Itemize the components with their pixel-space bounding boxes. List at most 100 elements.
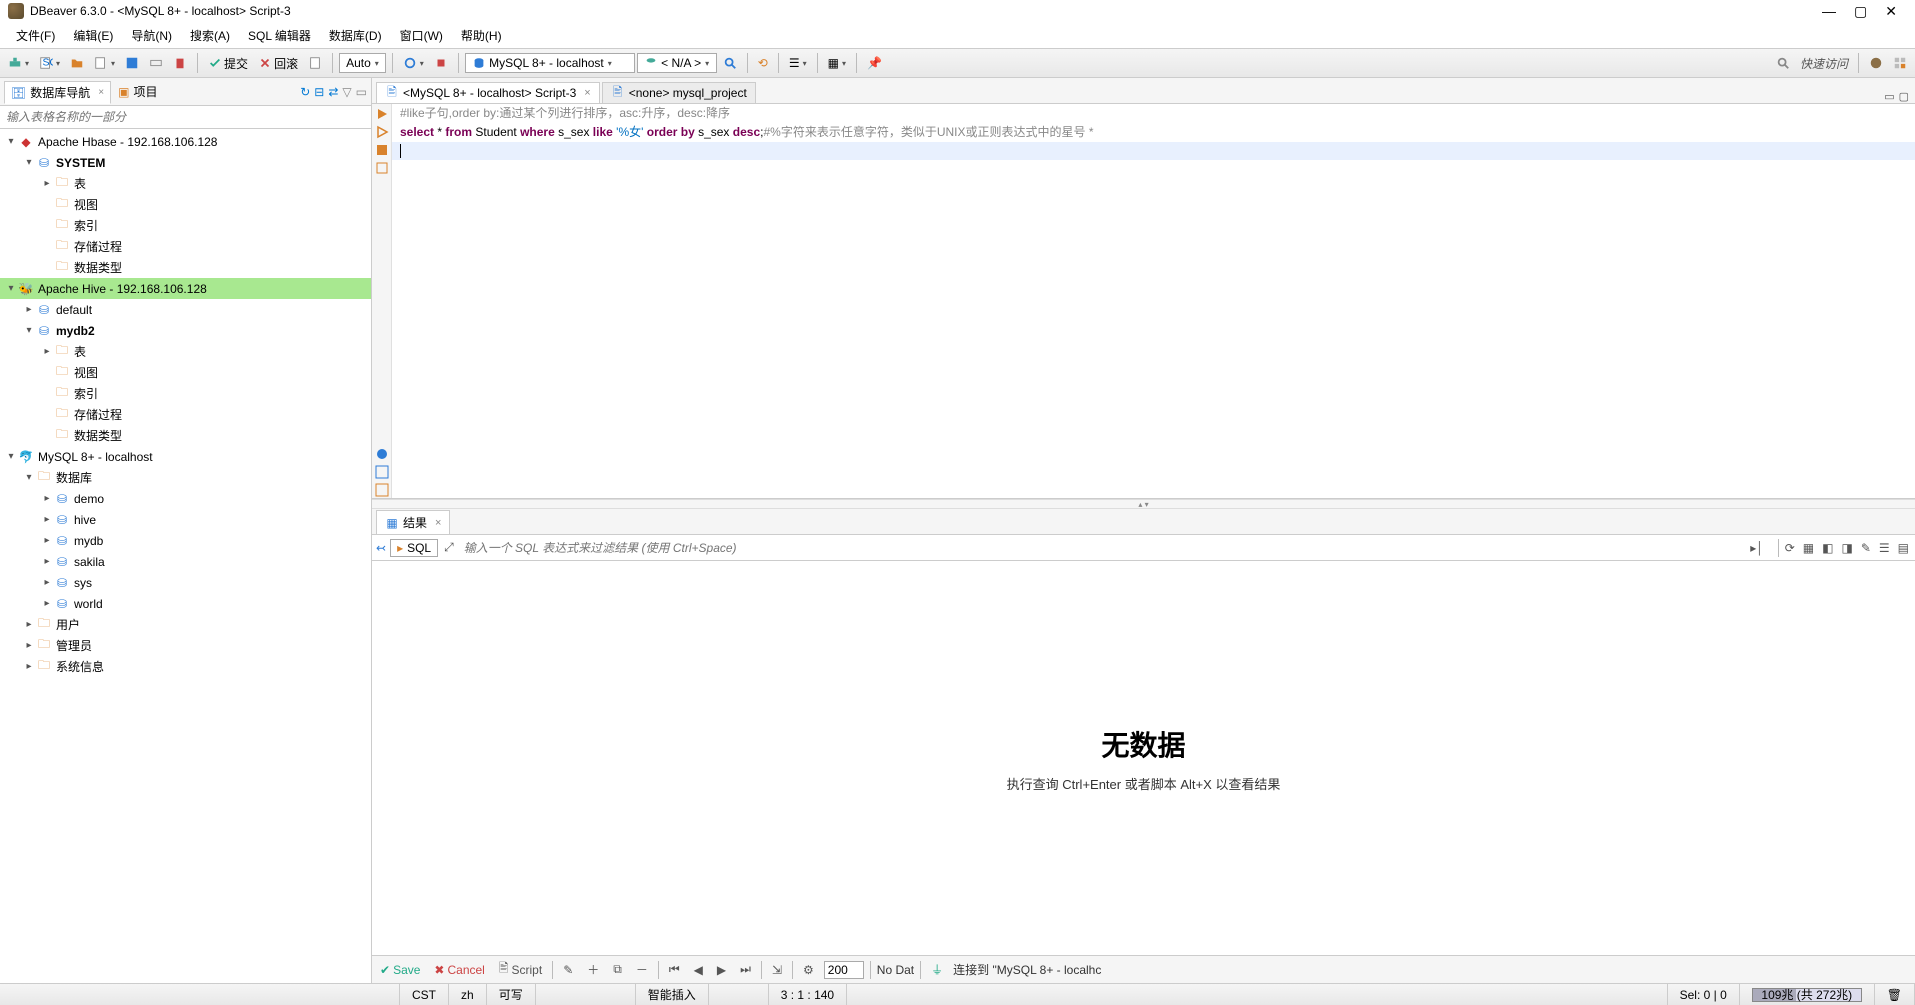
maximize-editor-button[interactable]: ▢ [1899, 90, 1909, 103]
tree-node[interactable]: ▸⛁sys [0, 572, 371, 593]
gc-button[interactable]: 🗑 [1875, 984, 1915, 1005]
sidebar-search-input[interactable] [0, 106, 371, 128]
sql-filter-button[interactable]: ▸SQL [390, 539, 438, 557]
filter-tool-2[interactable]: ▦ [1801, 541, 1816, 555]
menu-database[interactable]: 数据库(D) [321, 25, 390, 46]
cancel-results-button[interactable]: ✖Cancel [430, 962, 488, 978]
save-results-button[interactable]: ✔Save [376, 962, 424, 978]
close-icon[interactable]: × [584, 87, 590, 99]
prev-page-button[interactable]: ◀ [690, 962, 707, 978]
close-icon[interactable]: × [98, 87, 104, 98]
last-page-button[interactable]: ⏭ [736, 961, 755, 978]
tree-node[interactable]: 🗀视图 [0, 362, 371, 383]
filter-tool-1[interactable]: ⟳ [1783, 541, 1797, 555]
add-row-button[interactable]: ＋ [583, 960, 603, 979]
settings-icon[interactable] [374, 446, 390, 462]
rollback-button[interactable]: 回滚 [254, 53, 302, 74]
menu-sql-editor[interactable]: SQL 编辑器 [240, 25, 319, 46]
explain-button[interactable] [374, 160, 390, 176]
panel-toggle-button-2[interactable] [374, 482, 390, 498]
sidebar-tab-navigator[interactable]: 🗄 数据库导航 × [4, 81, 111, 104]
filter-tool-6[interactable]: ☰ [1877, 541, 1892, 555]
panel-toggle-button[interactable] [374, 464, 390, 480]
commit-button[interactable]: 提交 [204, 53, 252, 74]
filter-tool-4[interactable]: ◨ [1839, 541, 1854, 555]
tree-node[interactable]: ▸🗀表 [0, 173, 371, 194]
expand-filter-button[interactable]: ⤢ [442, 540, 456, 555]
editor-tab-project[interactable]: 🖹 <none> mysql_project [602, 82, 756, 103]
filter-tool-3[interactable]: ◧ [1820, 541, 1835, 555]
apply-filter-button[interactable]: ▸│ [1748, 541, 1766, 555]
tree-node[interactable]: ▸⛁sakila [0, 551, 371, 572]
perspective-dbeaver[interactable] [1865, 54, 1887, 72]
menu-search[interactable]: 搜索(A) [182, 25, 238, 46]
maximize-button[interactable]: ▢ [1854, 3, 1867, 20]
tree-node[interactable]: 🗀索引 [0, 383, 371, 404]
tree-node-hive-mydb2[interactable]: ▾⛁mydb2 [0, 320, 371, 341]
new-sql-editor-button[interactable]: SQL [35, 54, 64, 72]
tree-node-hbase-system[interactable]: ▾⛁SYSTEM [0, 152, 371, 173]
result-filter-input[interactable] [460, 539, 1744, 557]
recent-button[interactable] [90, 54, 119, 72]
editor-tab-script[interactable]: 🖹 <MySQL 8+ - localhost> Script-3 × [376, 82, 600, 103]
transaction-log-button[interactable] [304, 54, 326, 72]
tree-node-mysql-sysinfo[interactable]: ▸🗀系统信息 [0, 656, 371, 677]
tree-node-mysql-databases[interactable]: ▾🗀数据库 [0, 467, 371, 488]
refresh-button[interactable] [399, 54, 428, 72]
result-tab[interactable]: ▦ 结果 × [376, 510, 450, 534]
tree-node[interactable]: 🗀数据类型 [0, 425, 371, 446]
sidebar-link-button[interactable]: ⇄ [328, 85, 338, 99]
pin-button[interactable]: 📌 [863, 54, 886, 72]
rename-button[interactable] [145, 54, 167, 72]
tree-node[interactable]: 🗀视图 [0, 194, 371, 215]
settings-button[interactable]: ⚙ [799, 962, 818, 978]
menu-window[interactable]: 窗口(W) [392, 25, 451, 46]
tree-node[interactable]: 🗀存储过程 [0, 236, 371, 257]
search-button[interactable] [719, 54, 741, 72]
new-connection-button[interactable] [4, 54, 33, 72]
tree-node-mysql[interactable]: ▾🐬MySQL 8+ - localhost [0, 446, 371, 467]
grid-button[interactable]: ▦ [824, 54, 850, 72]
execute-script-button[interactable] [374, 124, 390, 140]
page-size-input[interactable] [824, 961, 864, 979]
next-page-button[interactable]: ▶ [713, 962, 730, 978]
save-button[interactable] [121, 54, 143, 72]
menu-file[interactable]: 文件(F) [8, 25, 63, 46]
sidebar-filter-button[interactable]: ▽ [342, 85, 351, 99]
delete-row-button[interactable]: － [632, 960, 652, 979]
open-button[interactable] [66, 54, 88, 72]
stop-button[interactable] [430, 54, 452, 72]
tree-node[interactable]: ▸⛁hive [0, 509, 371, 530]
quick-access[interactable]: 快速访问 [1796, 53, 1852, 74]
nav-back-button[interactable]: ⟲ [754, 54, 772, 72]
first-page-button[interactable]: ⏮ [665, 961, 684, 978]
execute-statement-button[interactable] [374, 106, 390, 122]
horizontal-splitter[interactable]: ▴ ▾ [372, 499, 1915, 509]
code-area[interactable]: #like子句,order by:通过某个列进行排序，asc:升序，desc:降… [392, 104, 1915, 498]
edit-row-button[interactable]: ✎ [559, 962, 577, 978]
tree-node-hive-default[interactable]: ▸⛁default [0, 299, 371, 320]
menu-help[interactable]: 帮助(H) [453, 25, 510, 46]
delete-button[interactable] [169, 54, 191, 72]
tree-node[interactable]: 🗀索引 [0, 215, 371, 236]
close-icon[interactable]: × [435, 517, 441, 529]
tree-node-hbase[interactable]: ▾◆Apache Hbase - 192.168.106.128 [0, 131, 371, 152]
tree-node[interactable]: ▸⛁mydb [0, 530, 371, 551]
connection-combo[interactable]: MySQL 8+ - localhost [465, 53, 635, 73]
minimize-button[interactable]: — [1822, 3, 1836, 20]
tree-node[interactable]: 🗀数据类型 [0, 257, 371, 278]
quick-access-search-icon[interactable] [1772, 54, 1794, 72]
tree-node[interactable]: 🗀存储过程 [0, 404, 371, 425]
sidebar-refresh-button[interactable]: ↻ [300, 85, 310, 99]
perspective-open[interactable] [1889, 54, 1911, 72]
script-results-button[interactable]: 🖹Script [495, 958, 546, 981]
sidebar-minimize-button[interactable]: ▭ [356, 85, 367, 99]
tree-node[interactable]: ▸⛁world [0, 593, 371, 614]
export-button[interactable]: ⇲ [768, 962, 786, 978]
menu-navigate[interactable]: 导航(N) [123, 25, 180, 46]
execute-plan-button[interactable] [374, 142, 390, 158]
list-button[interactable]: ☰ [785, 54, 811, 72]
duplicate-row-button[interactable]: ⧉ [609, 961, 626, 978]
tree-node[interactable]: ▸🗀表 [0, 341, 371, 362]
tree-node-hive[interactable]: ▾🐝Apache Hive - 192.168.106.128 [0, 278, 371, 299]
